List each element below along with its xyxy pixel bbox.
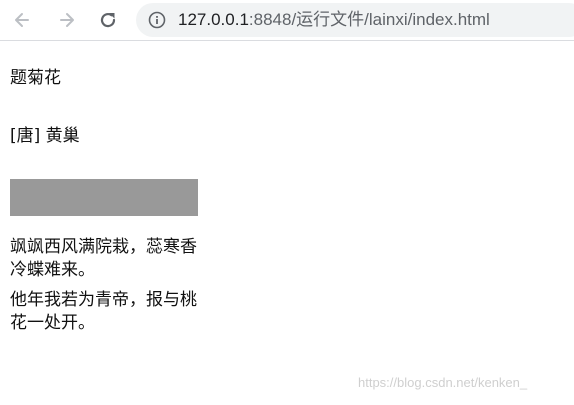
url-host: 127.0.0.1	[178, 10, 249, 29]
poem-line: 他年我若为青帝，报与桃花一处开。	[10, 290, 197, 333]
reload-icon	[100, 12, 116, 28]
back-button[interactable]	[9, 7, 35, 33]
gray-block	[10, 179, 198, 216]
poem-body: 飒飒西风满院栽，蕊寒香冷蝶难来。 他年我若为青帝，报与桃花一处开。	[10, 236, 200, 342]
back-arrow-icon	[15, 13, 29, 27]
forward-button[interactable]	[54, 7, 80, 33]
info-icon[interactable]	[148, 11, 166, 29]
reload-button[interactable]	[95, 7, 121, 33]
poem-author: [唐] 黄巢	[10, 126, 80, 146]
poem-line: 飒飒西风满院栽，蕊寒香冷蝶难来。	[10, 237, 197, 280]
address-bar[interactable]: 127.0.0.1:8848/运行文件/lainxi/index.html	[136, 3, 574, 37]
address-url[interactable]: 127.0.0.1:8848/运行文件/lainxi/index.html	[178, 3, 490, 37]
forward-arrow-icon	[60, 13, 74, 27]
browser-toolbar: 127.0.0.1:8848/运行文件/lainxi/index.html	[0, 0, 574, 41]
watermark: https://blog.csdn.net/kenken_	[358, 375, 528, 390]
poem-title: 题菊花	[10, 68, 61, 88]
url-path: :8848/运行文件/lainxi/index.html	[248, 10, 490, 29]
